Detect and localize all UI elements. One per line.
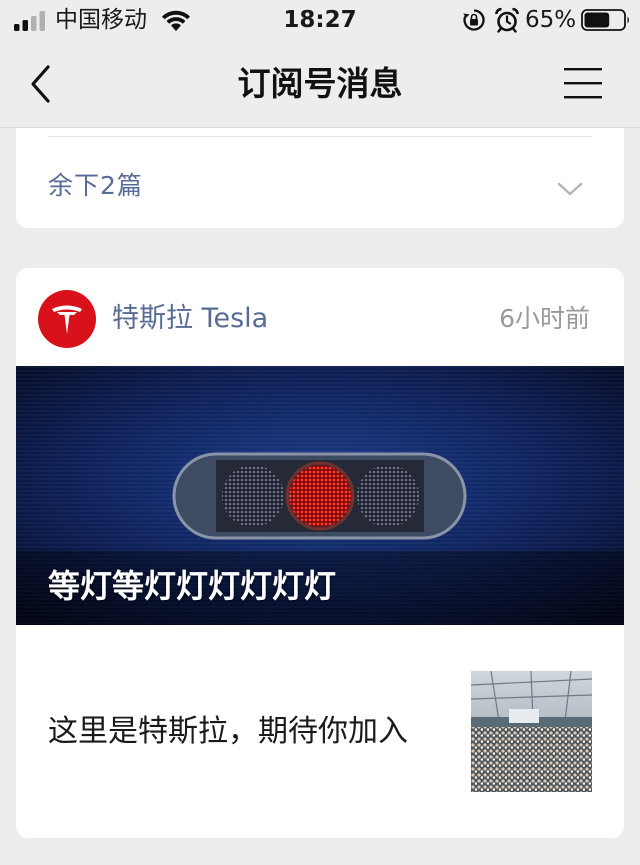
- menu-icon[interactable]: [562, 66, 604, 100]
- account-name[interactable]: 特斯拉 Tesla: [112, 302, 268, 336]
- sub-article-item[interactable]: 这里是特斯拉，期待你加入: [16, 625, 624, 838]
- battery-icon: [581, 9, 629, 31]
- battery-percentage: 65%: [525, 7, 577, 33]
- sub-article-title: 这里是特斯拉，期待你加入: [48, 714, 408, 749]
- crowd-photo-image: [471, 671, 592, 792]
- account-message-card: 特斯拉 Tesla 6小时前 等灯等灯灯灯灯灯灯 这里是特斯拉，期待你加入: [16, 268, 624, 838]
- main-article-title: 等灯等灯灯灯灯灯灯: [48, 567, 337, 605]
- previous-message-card: 余下2篇: [16, 128, 624, 228]
- sub-article-thumbnail: [471, 671, 592, 792]
- remaining-articles-label: 余下2篇: [48, 171, 143, 200]
- tesla-logo-icon: [52, 305, 82, 334]
- message-timestamp: 6小时前: [499, 304, 590, 333]
- page-title: 订阅号消息: [237, 64, 403, 103]
- status-bar: 中国移动 18:27 65%: [0, 0, 640, 40]
- rotation-lock-icon: [463, 9, 485, 31]
- expand-remaining-articles-button[interactable]: 余下2篇: [16, 137, 624, 228]
- account-avatar[interactable]: [38, 290, 96, 348]
- alarm-clock-icon: [495, 7, 519, 33]
- main-article-cover[interactable]: 等灯等灯灯灯灯灯灯: [16, 366, 624, 625]
- chevron-down-icon: [557, 182, 583, 196]
- navigation-bar: 订阅号消息: [0, 40, 640, 128]
